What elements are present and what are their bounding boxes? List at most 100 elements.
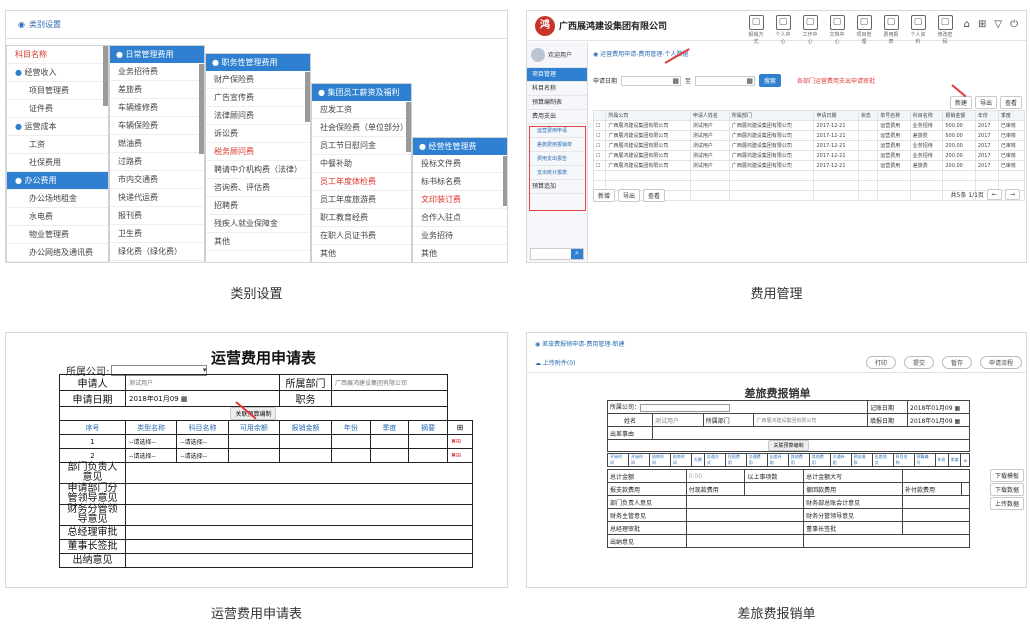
action-button[interactable]: 新建 <box>949 96 972 109</box>
calendar-icon[interactable]: ▦ <box>181 395 188 403</box>
category-item[interactable]: 绿化费（绿化费） <box>110 243 204 261</box>
opinion-value[interactable] <box>685 534 805 548</box>
column-header[interactable]: 报销金额 <box>942 110 976 121</box>
category-item[interactable]: 投标文件费 <box>413 155 507 173</box>
input-cell[interactable] <box>331 434 371 449</box>
opinion-value[interactable] <box>125 462 473 484</box>
category-item[interactable]: 在职人员证书费 <box>312 227 411 245</box>
category-item[interactable]: 业务招待费 <box>110 63 204 81</box>
category-item[interactable]: 过路费 <box>110 153 204 171</box>
upload-button[interactable]: ☁ 上传附件(0) <box>535 358 575 367</box>
category-item[interactable]: 财产保险费 <box>206 71 310 89</box>
opinion-value[interactable] <box>901 495 971 509</box>
category-item[interactable]: 会务费 <box>110 261 204 262</box>
sidebar-item[interactable]: 科目名称 <box>527 82 587 96</box>
category-item[interactable]: 文印装订费 <box>413 191 507 209</box>
category-item[interactable]: 报刊费 <box>110 207 204 225</box>
side-button[interactable]: 上传数据 <box>989 497 1024 510</box>
opinion-value[interactable] <box>901 521 971 535</box>
category-item[interactable]: 差旅费 <box>110 81 204 99</box>
add-row-icon[interactable]: ⊞ <box>446 420 474 435</box>
category-item[interactable]: 证件费 <box>7 100 108 118</box>
date-value[interactable]: 2018年01月09 <box>129 395 179 403</box>
input-cell[interactable] <box>227 448 281 463</box>
reason-input[interactable] <box>652 426 970 440</box>
type-select[interactable]: --请选择-- <box>124 434 178 449</box>
table-row[interactable]: ☐ 广西展鸿建设集团有限公司 测试用户 广西展鸿建设集团有限公司 2017-12-21 运… <box>592 160 1026 171</box>
column-header[interactable]: 申请人姓名 <box>689 110 730 121</box>
calendar-icon[interactable]: ▦ <box>954 418 960 425</box>
subject-select[interactable]: --请选择-- <box>176 434 229 449</box>
toolbar-item[interactable]: ▢ 个人资料 <box>909 15 927 45</box>
row-checkbox[interactable]: ☐ <box>592 130 607 141</box>
category-item[interactable]: 卫生费 <box>110 225 204 243</box>
column-header[interactable]: 所属部门 <box>728 110 815 121</box>
toolbar-item[interactable]: ▢ 修改密码 <box>936 15 954 45</box>
action-button[interactable]: 暂存 <box>941 356 972 369</box>
home-icon[interactable]: ⌂ <box>964 19 970 30</box>
next-page-button[interactable]: → <box>1004 189 1020 200</box>
category-item[interactable]: 合作入驻点 <box>413 209 507 227</box>
applicant-value[interactable]: 测试用户 <box>124 374 281 391</box>
input-cell[interactable] <box>279 448 333 463</box>
end-date-input[interactable]: ▦ <box>695 75 756 86</box>
column-header[interactable]: 状态 <box>857 110 879 121</box>
sidebar-item[interactable]: 费用支出 <box>527 110 587 124</box>
opinion-value[interactable] <box>901 508 971 522</box>
opinion-value[interactable] <box>685 521 805 535</box>
summary-cell[interactable] <box>408 434 448 449</box>
category-item[interactable]: 社保费用 <box>7 154 108 172</box>
opinion-value[interactable] <box>685 495 805 509</box>
category-item[interactable]: 办公场地租金 <box>7 190 108 208</box>
select-all-checkbox[interactable] <box>592 110 607 121</box>
opinion-value[interactable] <box>125 539 473 554</box>
scrollbar[interactable] <box>406 102 411 152</box>
category-item[interactable]: ● 办公费用 <box>7 172 108 190</box>
category-item[interactable]: 燃油费 <box>110 135 204 153</box>
action-button[interactable]: 查看 <box>999 96 1022 109</box>
add-row-icon[interactable]: ⊞ <box>960 453 970 467</box>
column-header[interactable]: 所属公司 <box>605 110 691 121</box>
category-item[interactable]: 标书标名费 <box>413 173 507 191</box>
action-button[interactable]: 导出 <box>974 96 997 109</box>
category-item[interactable]: 聘请中介机构费（法律） <box>206 161 310 179</box>
category-item[interactable]: 咨询费、评估费 <box>206 179 310 197</box>
delete-row-icon[interactable]: ✖⊞ <box>446 434 474 449</box>
toolbar-item[interactable]: ▢ 工作中心 <box>801 15 819 45</box>
category-item[interactable]: 员工年度旅游费 <box>312 191 411 209</box>
category-item[interactable]: 市内交通费 <box>110 171 204 189</box>
opinion-value[interactable] <box>125 525 473 540</box>
prev-page-button[interactable]: ← <box>986 189 1002 200</box>
category-item[interactable]: 应发工资 <box>312 101 411 119</box>
type-select[interactable]: --请选择-- <box>124 448 178 463</box>
apply-date-value[interactable]: 2018年01月09 <box>910 418 953 425</box>
filter-icon[interactable]: ▽ <box>994 19 1002 30</box>
summary-cell[interactable] <box>408 448 448 463</box>
input-cell[interactable] <box>331 448 371 463</box>
toolbar-item[interactable]: ▢ 个人中心 <box>774 15 792 45</box>
category-item[interactable]: 水电费 <box>7 208 108 226</box>
search-icon[interactable]: ⌕ <box>571 249 583 259</box>
category-item[interactable]: 诉讼费 <box>206 125 310 143</box>
category-item[interactable]: 员工年度体检费 <box>312 173 411 191</box>
category-item[interactable]: 其他 <box>413 245 507 262</box>
input-cell[interactable] <box>369 448 410 463</box>
category-item[interactable]: 车辆保险费 <box>110 117 204 135</box>
category-item[interactable]: 社会保险费（单位部分） <box>312 119 411 137</box>
post-value[interactable] <box>331 390 448 407</box>
row-checkbox[interactable]: ☐ <box>592 120 607 131</box>
category-item[interactable]: 科目名称 <box>7 46 108 64</box>
category-item[interactable]: 业务招待 <box>413 227 507 245</box>
column-header[interactable]: 申请日期 <box>813 110 859 121</box>
scrollbar[interactable] <box>503 156 507 206</box>
scrollbar[interactable] <box>305 72 310 122</box>
toolbar-item[interactable]: ▢ 费用报表 <box>882 15 900 45</box>
row-checkbox[interactable]: ☐ <box>592 150 607 161</box>
row-checkbox[interactable]: ☐ <box>592 160 607 171</box>
category-item[interactable]: 职工教育经费 <box>312 209 411 227</box>
scrollbar[interactable] <box>199 64 204 154</box>
toolbar-item[interactable]: ▢ 项目管理 <box>855 15 873 45</box>
column-header[interactable]: 单号名称 <box>877 110 911 121</box>
category-item[interactable]: 广告宣传费 <box>206 89 310 107</box>
action-button[interactable]: 新增 <box>593 189 616 202</box>
